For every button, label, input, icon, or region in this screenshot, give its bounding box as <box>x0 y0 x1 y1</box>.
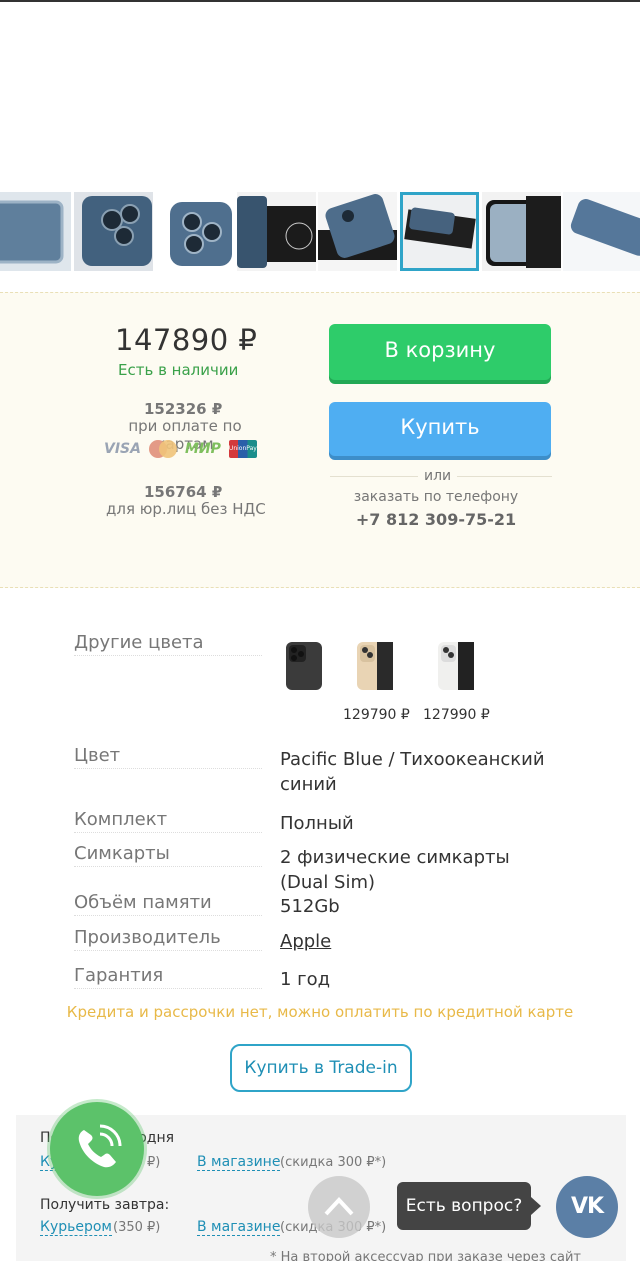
stock-status: Есть в наличии <box>118 361 239 379</box>
sim-label: Симкарты <box>74 843 262 867</box>
memory-label: Объём памяти <box>74 892 262 916</box>
buy-button[interactable]: Купить <box>329 402 551 456</box>
thumbnail-5[interactable] <box>318 192 397 271</box>
delivery-footnote: * На второй аксессуар при заказе через с… <box>270 1250 581 1261</box>
callback-phone-button[interactable] <box>50 1102 144 1196</box>
thumbnail-4[interactable] <box>237 192 316 271</box>
credit-note: Кредита и рассрочки нет, можно оплатить … <box>66 1003 574 1021</box>
thumbnail-3[interactable] <box>156 192 235 271</box>
thumbnail-7[interactable] <box>482 192 561 271</box>
color-option-graphite[interactable] <box>284 640 324 692</box>
unionpay-logo: UnionPay <box>228 440 257 458</box>
memory-value: 512Gb <box>280 896 340 917</box>
kit-label: Комплект <box>74 809 262 833</box>
phone-number-link[interactable]: +7 812 309-75-21 <box>330 510 542 529</box>
purchase-panel: 147890 ₽ Есть в наличии 152326 ₽ при опл… <box>0 292 640 588</box>
manufacturer-label: Производитель <box>74 927 262 951</box>
color-label: Цвет <box>74 745 262 769</box>
payment-logos: VISA МИР UnionPay <box>104 439 257 459</box>
thumbnail-8[interactable] <box>563 192 640 271</box>
or-text: или <box>418 468 458 484</box>
color-option-gold[interactable] <box>355 640 395 692</box>
warranty-value: 1 год <box>280 969 331 990</box>
price: 147890 ₽ <box>115 323 258 357</box>
warranty-label: Гарантия <box>74 965 262 989</box>
color-value: Pacific Blue / Тихоокеанский синий <box>280 749 545 795</box>
delivery-tomorrow-title: Получить завтра: <box>40 1197 170 1213</box>
today-store-link[interactable]: В магазине <box>197 1154 281 1171</box>
silver-price: 127990 ₽ <box>423 707 490 723</box>
mir-logo: МИР <box>184 441 221 457</box>
thumbnail-2[interactable] <box>74 192 153 271</box>
kit-value: Полный <box>280 813 354 834</box>
tomorrow-courier-price: (350 ₽) <box>113 1220 161 1235</box>
legal-entity-price: 156764 ₽ <box>144 483 223 501</box>
chevron-up-icon <box>324 1197 354 1216</box>
gold-price: 129790 ₽ <box>343 707 410 723</box>
top-divider <box>0 0 640 2</box>
mastercard-logo <box>148 440 177 458</box>
sim-value: 2 физические симкарты (Dual Sim) <box>280 847 510 893</box>
today-store-note: (скидка 300 ₽*) <box>280 1155 387 1170</box>
card-price: 152326 ₽ <box>144 400 223 418</box>
order-by-phone-label: заказать по телефону <box>353 489 519 505</box>
manufacturer-link[interactable]: Apple <box>280 929 570 954</box>
legal-entity-label: для юр.лиц без НДС <box>106 500 266 518</box>
other-colors-label: Другие цвета <box>74 632 262 656</box>
vk-chat-button[interactable]: VK <box>556 1176 618 1238</box>
tomorrow-store-link[interactable]: В магазине <box>197 1219 281 1236</box>
thumbnail-1[interactable] <box>0 192 71 271</box>
scroll-to-top-button[interactable] <box>308 1176 370 1238</box>
color-option-silver[interactable] <box>436 640 476 692</box>
ask-question-bubble[interactable]: Есть вопрос? <box>397 1182 541 1230</box>
thumbnail-strip[interactable] <box>0 192 640 271</box>
add-to-cart-button[interactable]: В корзину <box>329 324 551 380</box>
tomorrow-courier-link[interactable]: Курьером <box>40 1219 112 1236</box>
visa-logo: VISA <box>104 441 141 457</box>
trade-in-button[interactable]: Купить в Trade-in <box>230 1044 412 1092</box>
phone-icon <box>78 1124 122 1168</box>
thumbnail-6-active[interactable] <box>400 192 479 271</box>
